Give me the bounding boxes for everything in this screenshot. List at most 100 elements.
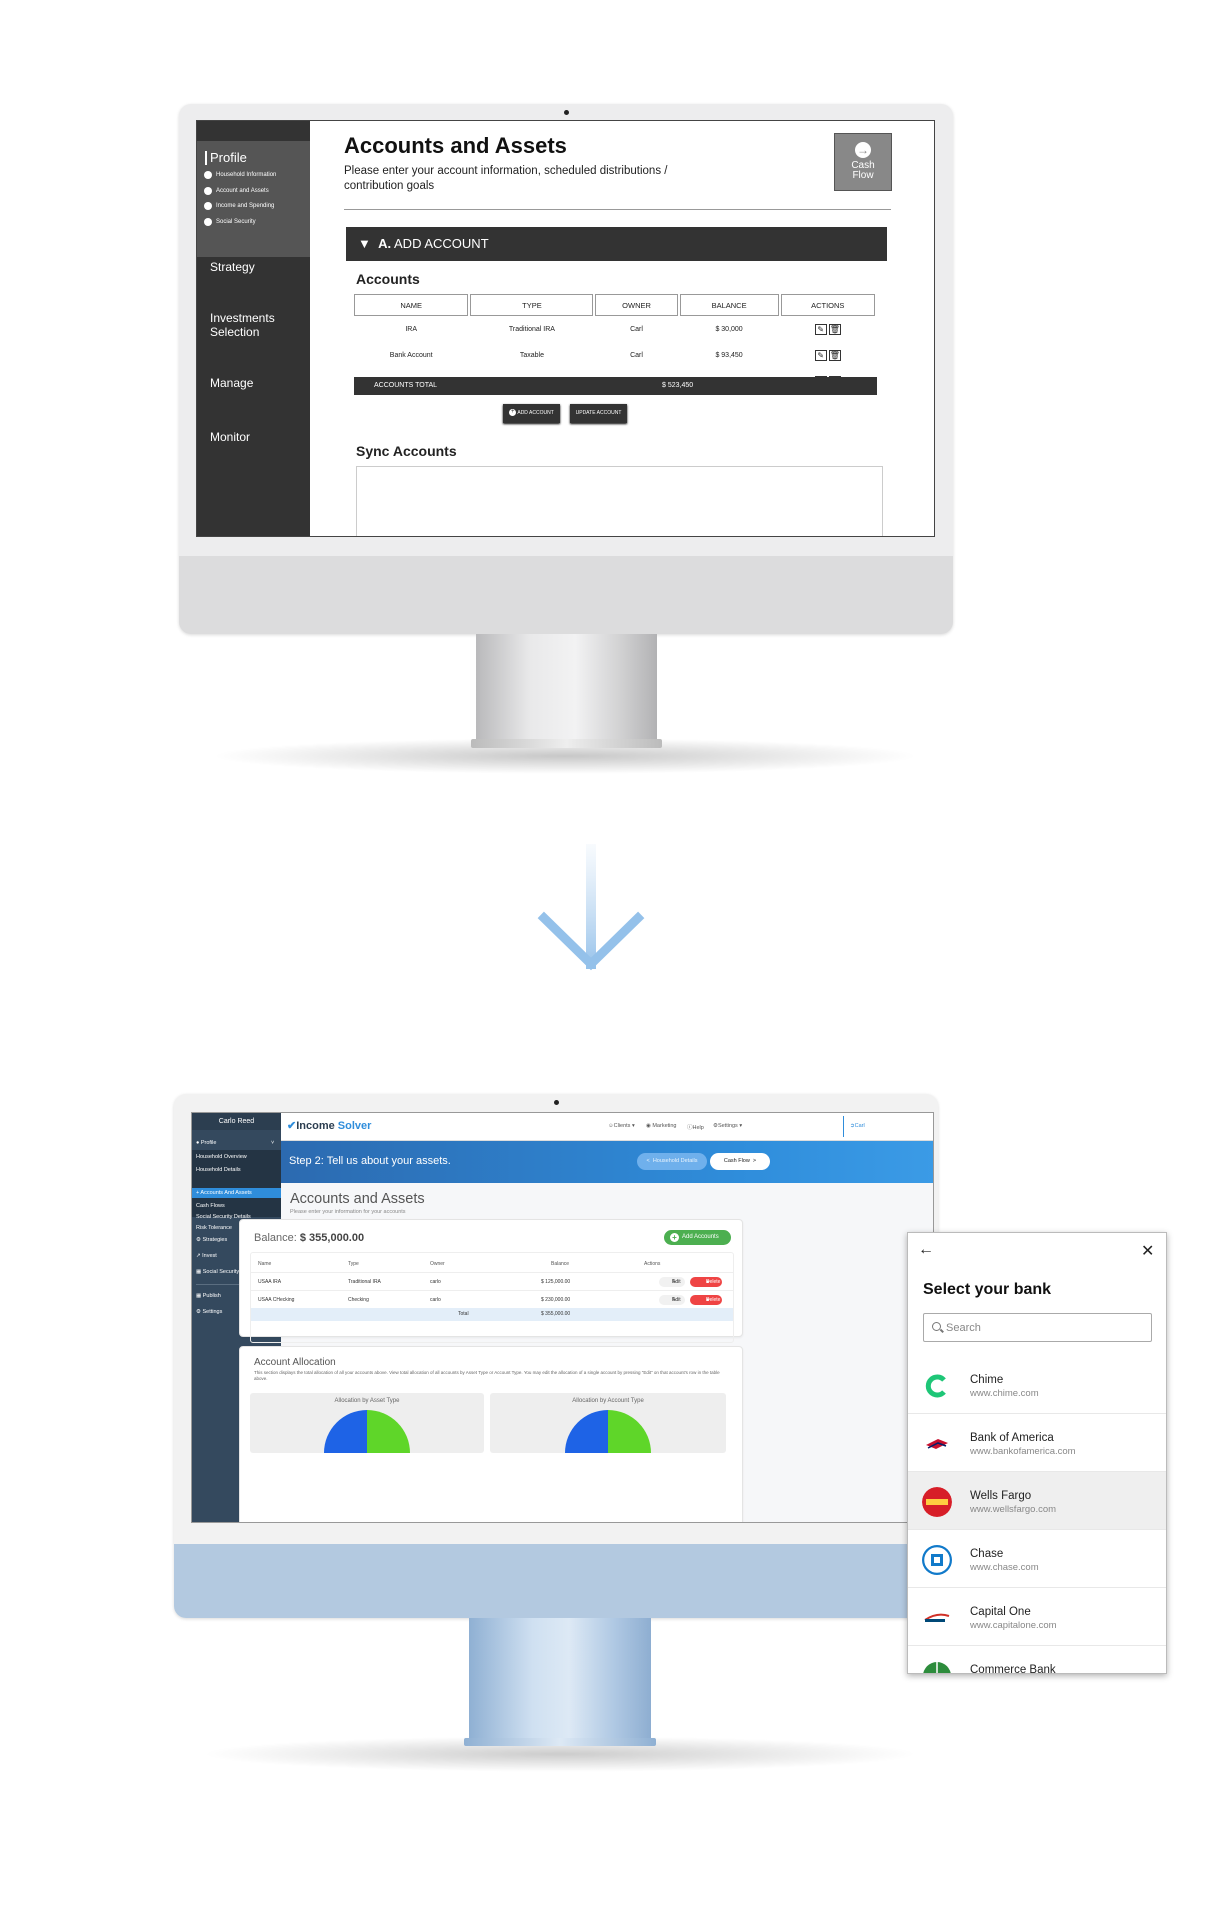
sidebar-item-household-information[interactable]: Household Information	[204, 171, 276, 179]
close-icon[interactable]: ✕	[1141, 1241, 1154, 1261]
divider	[344, 209, 891, 210]
asset-type-pie-chart	[324, 1410, 410, 1453]
allocation-by-asset-title: Allocation by Asset Type	[334, 1398, 400, 1404]
edit-button[interactable]: ✎ Edit	[659, 1277, 685, 1287]
app-screen: Carlo Reed ● Profile ˅ Household Overview…	[191, 1112, 934, 1523]
sidebar-item-strategies[interactable]: ⚙ Strategies	[196, 1236, 227, 1244]
delete-button[interactable]: ■ Delete	[690, 1277, 722, 1287]
sidebar-item-social-security[interactable]: ▦ Social Security	[196, 1268, 239, 1276]
sidebar-item-investments-selection[interactable]: Investments Selection	[210, 311, 280, 339]
allocation-by-account-title: Allocation by Account Type	[572, 1398, 644, 1404]
accounts-table: Name Type Owner Balance Actions USAA IRA…	[250, 1252, 734, 1343]
allocation-by-account-panel: Allocation by Account Type	[490, 1393, 726, 1453]
sidebar-profile-section[interactable]: Profile Household Information Account an…	[197, 141, 310, 257]
sidebar-item-household-overview[interactable]: Household Overview	[196, 1153, 247, 1161]
marketing-link[interactable]: ◉ Marketing	[646, 1123, 677, 1129]
sidebar-item-strategy[interactable]: Strategy	[210, 260, 255, 274]
sidebar-item-publish[interactable]: ▦ Publish	[196, 1292, 221, 1300]
top-bar: ✔Income Solver ☺Clients ▾ ◉ Marketing ⓘH…	[281, 1113, 933, 1141]
accounts-heading: Accounts	[356, 271, 420, 287]
search-icon	[932, 1322, 941, 1331]
add-accounts-button[interactable]: + Add Accounts	[664, 1230, 731, 1245]
household-details-button[interactable]: < Household Details	[637, 1153, 707, 1170]
sidebar-item-settings[interactable]: ⚙ Settings	[196, 1308, 222, 1316]
column-header: BALANCE	[679, 294, 779, 316]
plus-circle-icon: +	[670, 1233, 679, 1242]
column-header: OWNER	[595, 294, 678, 316]
bank-option-chime[interactable]: Chime www.chime.com	[908, 1356, 1166, 1414]
sync-accounts-heading: Sync Accounts	[356, 443, 457, 459]
bullet-icon	[204, 171, 212, 179]
bullet-icon	[204, 187, 212, 195]
calendar-icon: ▦	[196, 1269, 202, 1275]
bank-option-bank-of-america[interactable]: Bank of America www.bankofamerica.com	[908, 1414, 1166, 1472]
cash-flow-button[interactable]: → Cash Flow	[834, 133, 892, 191]
sidebar-item-income-and-spending[interactable]: Income and Spending	[204, 202, 274, 210]
sidebar-item-social-security[interactable]: Social Security	[204, 218, 256, 226]
sidebar-item-monitor[interactable]: Monitor	[210, 430, 250, 444]
gear-icon: ⚙	[196, 1237, 201, 1243]
bank-of-america-logo-icon	[926, 1439, 948, 1449]
sidebar-item-manage[interactable]: Manage	[210, 376, 253, 390]
clients-menu[interactable]: ☺Clients ▾	[608, 1123, 635, 1129]
settings-menu[interactable]: ⚙Settings ▾	[713, 1123, 742, 1129]
chime-logo-icon	[925, 1374, 946, 1398]
balance-summary: Balance: $ 355,000.00	[254, 1232, 365, 1244]
app-logo[interactable]: ✔Income Solver	[287, 1119, 371, 1132]
wells-fargo-logo-icon	[922, 1487, 952, 1517]
add-account-section-header[interactable]: ▼ A. ADD ACCOUNT	[346, 227, 887, 261]
back-arrow-icon[interactable]: ←	[918, 1241, 934, 1259]
sidebar-item-household-details[interactable]: Household Details	[196, 1166, 241, 1174]
publish-icon: ▦	[196, 1293, 202, 1299]
column-header: NAME	[354, 294, 469, 316]
bank-search-field[interactable]	[923, 1313, 1152, 1342]
sidebar-item-profile[interactable]: ● Profile ˅	[196, 1139, 274, 1147]
select-bank-modal: ← ✕ Select your bank Chime www.chime.com…	[907, 1232, 1167, 1674]
table-row: USAA CHecking Checking carlo $ 230,000.0…	[251, 1290, 733, 1308]
table-row: USAA IRA Traditional IRA carlo $ 125,000…	[251, 1272, 733, 1290]
table-header-row: Name Type Owner Balance Actions	[258, 1261, 661, 1267]
edit-button[interactable]: ✎ Edit	[659, 1295, 685, 1305]
add-account-button[interactable]: + ADD ACCOUNT	[503, 404, 560, 423]
sidebar-profile-label: Profile	[205, 151, 247, 165]
chart-icon: ↗	[196, 1253, 201, 1259]
logout-link[interactable]: ➲Carl	[850, 1123, 865, 1129]
bank-option-capital-one[interactable]: Capital One www.capitalone.com	[908, 1588, 1166, 1646]
pie-slice-blue	[565, 1410, 608, 1453]
edit-icon[interactable]: ✎	[814, 349, 827, 361]
wireframe-sidebar: Profile Household Information Account an…	[197, 121, 310, 536]
update-account-button[interactable]: UPDATE ACCOUNT	[570, 404, 627, 423]
sidebar-item-accounts-and-assets[interactable]: + Accounts And Assets	[196, 1189, 252, 1197]
trash-icon[interactable]: 🗑	[828, 349, 841, 361]
pie-slice-green	[367, 1410, 410, 1453]
trash-icon[interactable]: 🗑	[828, 323, 841, 335]
delete-button[interactable]: ■ Delete	[690, 1295, 722, 1305]
sidebar-item-account-and-assets[interactable]: Account and Assets	[204, 187, 269, 195]
cash-flow-button[interactable]: Cash Flow >	[710, 1153, 770, 1170]
monitor-foot	[471, 739, 662, 748]
edit-icon[interactable]: ✎	[814, 323, 827, 335]
bank-option-commerce-bank[interactable]: Commerce Bank	[908, 1646, 1166, 1673]
bank-option-chase[interactable]: Chase www.chase.com	[908, 1530, 1166, 1588]
step-text: Step 2: Tell us about your assets.	[289, 1155, 451, 1167]
account-allocation-card: Account Allocation This section displays…	[239, 1346, 743, 1522]
user-name[interactable]: Carlo Reed	[192, 1113, 281, 1130]
column-header: TYPE	[470, 294, 594, 316]
monitor-stand	[469, 1618, 651, 1740]
triangle-down-icon: ▼	[358, 236, 371, 251]
bullet-icon	[204, 218, 212, 226]
allocation-description: This section displays the total allocati…	[254, 1370, 720, 1381]
bank-search-input[interactable]	[946, 1319, 1146, 1337]
step-banner: Step 2: Tell us about your assets. < Hou…	[281, 1141, 933, 1183]
help-link[interactable]: ⓘHelp	[687, 1123, 704, 1131]
logo-figure-icon: ✔	[287, 1120, 297, 1132]
column-header: ACTIONS	[780, 294, 875, 316]
bank-option-wells-fargo[interactable]: Wells Fargo www.wellsfargo.com	[908, 1472, 1166, 1530]
sidebar-item-risk-tolerance[interactable]: Risk Tolerance	[196, 1224, 232, 1232]
globe-icon: ◉	[646, 1123, 651, 1129]
sidebar-item-cash-flows[interactable]: Cash Flows	[196, 1202, 225, 1210]
sidebar-item-invest[interactable]: ↗ Invest	[196, 1252, 217, 1260]
user-circle-icon: ●	[196, 1140, 200, 1146]
capital-one-logo-icon	[924, 1613, 950, 1622]
monitor-stand	[476, 634, 657, 740]
